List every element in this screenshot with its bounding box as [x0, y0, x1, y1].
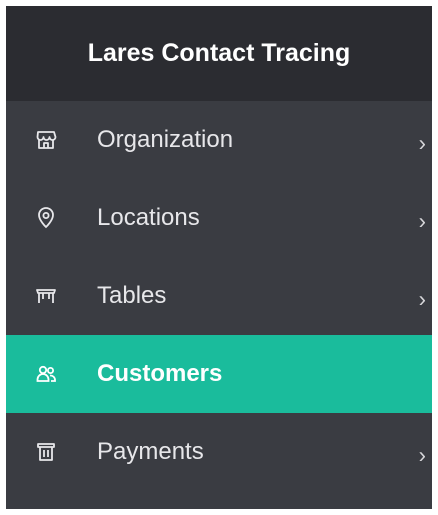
chevron-right-icon: ›: [418, 286, 426, 312]
sidebar-item-locations[interactable]: Locations ›: [6, 179, 432, 257]
users-icon: [34, 362, 58, 386]
sidebar-item-label: Locations: [97, 204, 200, 231]
sidebar-item-label: Organization: [97, 126, 234, 153]
sidebar-item-payments[interactable]: Payments ›: [6, 413, 432, 491]
sidebar-item-label: Payments: [97, 438, 204, 465]
sidebar: Lares Contact Tracing Organization › Loc…: [6, 6, 432, 509]
sidebar-item-label: Customers: [97, 360, 223, 387]
store-icon: [34, 128, 58, 152]
sidebar-item-organization[interactable]: Organization ›: [6, 101, 432, 179]
sidebar-item-label: Tables: [97, 282, 167, 309]
table-icon: [34, 284, 58, 308]
chevron-right-icon: ›: [418, 442, 426, 468]
sidebar-item-tables[interactable]: Tables ›: [6, 257, 432, 335]
chevron-right-icon: ›: [418, 130, 426, 156]
payments-icon: [34, 440, 58, 464]
sidebar-item-customers[interactable]: Customers: [6, 335, 432, 413]
app-title: Lares Contact Tracing: [6, 6, 432, 101]
chevron-right-icon: ›: [418, 208, 426, 234]
location-pin-icon: [34, 206, 58, 230]
